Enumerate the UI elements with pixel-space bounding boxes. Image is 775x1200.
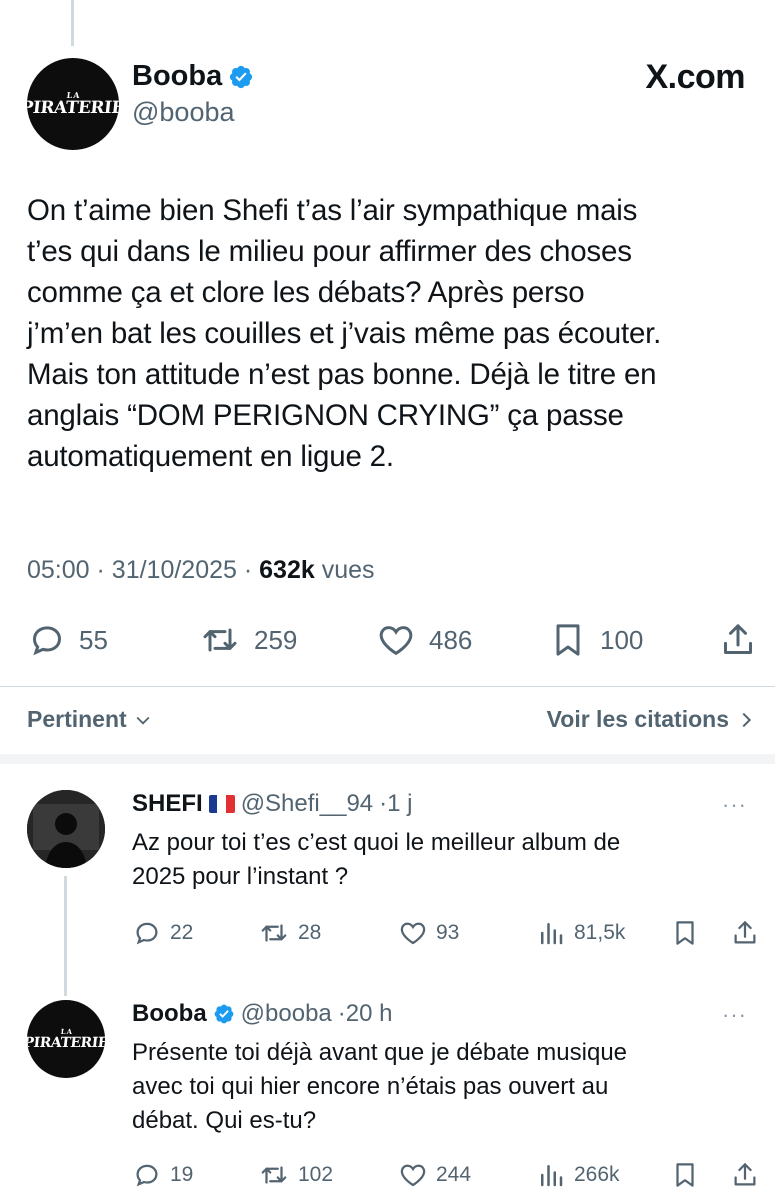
thread-line (64, 876, 67, 996)
more-options-icon[interactable]: ··· (722, 792, 747, 818)
reply-time[interactable]: ·20 h (338, 1000, 393, 1028)
reply-text: Présente toi déjà avant que je débate mu… (132, 1039, 628, 1134)
view-quotes-link[interactable]: Voir les citations (547, 706, 757, 733)
reply-header: SHEFI @Shefi__94 ·1 j (132, 790, 413, 818)
share-icon (734, 1163, 756, 1186)
reply-author-name[interactable]: Booba (132, 1000, 207, 1028)
repost-icon (261, 924, 287, 942)
thread-line-top (71, 0, 74, 46)
views-icon (541, 1165, 563, 1187)
sort-dropdown[interactable]: Pertinent (27, 706, 153, 733)
reply-button[interactable]: 55 (27, 620, 108, 660)
share-icon (734, 921, 756, 944)
views-button[interactable]: 266k (536, 1160, 620, 1190)
bookmark-button[interactable] (670, 918, 700, 948)
bookmark-button[interactable] (670, 1160, 700, 1190)
chevron-right-icon (742, 712, 752, 727)
repost-button[interactable]: 259 (198, 620, 297, 660)
verified-icon (213, 1003, 235, 1025)
tweet-date[interactable]: 31/10/2025 (112, 556, 237, 584)
avatar-logo: LA PIRATERIE (27, 90, 119, 118)
bookmark-icon (676, 1163, 694, 1187)
author-handle[interactable]: @booba (132, 97, 235, 128)
reply-text: Az pour toi t’es c’est quoi le meilleur … (132, 829, 621, 890)
like-icon (400, 1164, 426, 1187)
author-name-row[interactable]: Booba (132, 60, 254, 93)
avatar-logo: LA PIRATERIE (27, 1027, 105, 1051)
like-icon (379, 626, 413, 656)
reply-author-handle[interactable]: @Shefi__94 (241, 790, 373, 818)
author-name[interactable]: Booba (132, 60, 222, 93)
repost-button[interactable]: 102 (258, 1160, 333, 1190)
france-flag-icon (208, 795, 235, 813)
views-button[interactable]: 81,5k (536, 918, 625, 948)
reply-avatar[interactable] (27, 790, 105, 868)
share-icon (724, 624, 752, 654)
tweet-text: On t’aime bien Shefi t’as l’air sympathi… (27, 194, 662, 473)
views-label: vues (321, 556, 375, 584)
like-button[interactable]: 244 (398, 1160, 471, 1190)
bookmark-icon (556, 624, 580, 656)
tweet-time[interactable]: 05:00 (27, 556, 90, 584)
reply-avatar[interactable]: LA PIRATERIE (27, 1000, 105, 1078)
reply-icon (136, 922, 158, 945)
reply-icon (32, 626, 62, 656)
reply-button[interactable]: 22 (132, 918, 193, 948)
sort-row: Pertinent Voir les citations (27, 706, 757, 733)
share-button[interactable] (718, 620, 758, 660)
verified-icon (228, 64, 254, 90)
bookmark-icon (676, 921, 694, 945)
chevron-down-icon (136, 716, 150, 725)
reply-header: Booba @booba ·20 h (132, 1000, 392, 1028)
author-avatar[interactable]: LA PIRATERIE (27, 58, 119, 150)
share-button[interactable] (730, 1160, 760, 1190)
share-button[interactable] (730, 918, 760, 948)
repost-icon (261, 1166, 287, 1184)
tweet-meta: 05:00 · 31/10/2025 · 632k vues (27, 556, 375, 584)
profile-photo-icon (27, 790, 105, 868)
like-button[interactable]: 486 (375, 620, 472, 660)
bookmark-button[interactable]: 100 (548, 620, 643, 660)
divider (0, 686, 775, 687)
reply-author-name[interactable]: SHEFI (132, 790, 203, 818)
reply-time[interactable]: ·1 j (379, 790, 412, 818)
views-count: 632k (259, 556, 315, 584)
repost-icon (203, 628, 237, 652)
reply-author-handle[interactable]: @booba (241, 1000, 332, 1028)
section-divider (0, 754, 775, 764)
reply-icon (136, 1164, 158, 1187)
repost-button[interactable]: 28 (258, 918, 321, 948)
source-label: X.com (645, 58, 745, 96)
more-options-icon[interactable]: ··· (722, 1002, 747, 1028)
reply-button[interactable]: 19 (132, 1160, 193, 1190)
like-button[interactable]: 93 (398, 918, 459, 948)
views-icon (541, 923, 563, 945)
like-icon (400, 922, 426, 945)
